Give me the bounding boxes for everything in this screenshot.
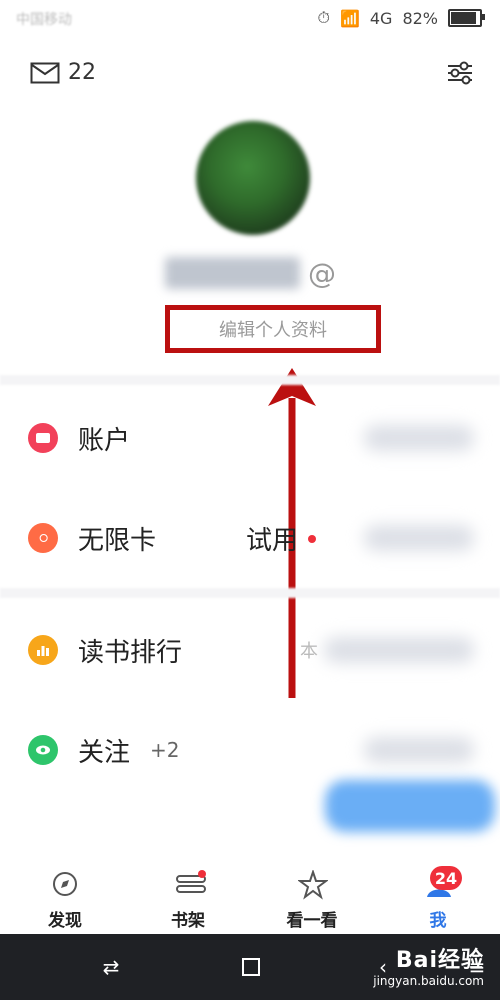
section-divider [0, 375, 500, 385]
follow-extra-count: +2 [150, 738, 180, 762]
me-badge: 24 [430, 866, 462, 890]
tab-discover[interactable]: 发现 [15, 862, 115, 934]
tab-label-bookshelf: 书架 [171, 911, 205, 931]
watermark-url: jingyan.baidu.com [373, 974, 484, 988]
tab-label-me: 我 [429, 911, 447, 931]
bottom-nav: 发现 书架 看一看 我 [0, 862, 500, 934]
menu-item-account[interactable]: 账户 [0, 403, 500, 473]
mail-count: 22 [68, 60, 96, 85]
star-icon [297, 868, 329, 900]
bookshelf-icon [174, 870, 206, 898]
tab-bookshelf[interactable]: 书架 [138, 862, 238, 934]
bar-chart-icon [28, 635, 58, 665]
switch-icon[interactable]: ⇄ [96, 952, 126, 982]
mail-icon [30, 62, 60, 83]
wallet-icon [28, 423, 58, 453]
edit-profile-button[interactable]: 编辑个人资料 [165, 305, 381, 353]
menu-label-ranking: 读书排行 [78, 637, 183, 668]
tab-label-look: 看一看 [286, 911, 338, 931]
top-bar: 22 [0, 48, 500, 98]
avatar[interactable] [196, 121, 310, 235]
eye-icon [28, 735, 58, 765]
username-blurred [165, 257, 300, 289]
compass-icon [51, 870, 79, 898]
ranking-value-blurred [324, 637, 474, 663]
carrier-text: 中国移动 [16, 12, 72, 28]
card-value-blurred [364, 525, 474, 551]
menu-label-unlimited-card: 无限卡 [78, 525, 157, 556]
menu-item-ranking[interactable]: 读书排行 本 [0, 615, 500, 685]
menu-label-follow: 关注 [78, 737, 131, 768]
floating-action-button[interactable] [325, 780, 495, 832]
menu-label-account: 账户 [78, 425, 131, 456]
alarm-icon: ⏱ [317, 8, 330, 27]
tab-look[interactable]: 看一看 [262, 862, 362, 934]
username-suffix: @ [308, 256, 336, 290]
menu-item-unlimited-card[interactable]: ഠ 无限卡 试用 [0, 503, 500, 573]
notification-dot [308, 535, 316, 543]
menu-item-follow[interactable]: 关注 +2 [0, 715, 500, 785]
battery-percent: 82% [402, 8, 438, 28]
sliders-icon[interactable] [446, 60, 474, 86]
status-bar: 中国移动 ⏱ 📶 4G 82% [0, 0, 500, 36]
tab-label-discover: 发现 [48, 911, 82, 931]
bookshelf-dot [198, 870, 206, 878]
follow-value-blurred [364, 737, 474, 763]
watermark: Bai经验 jingyan.baidu.com [373, 942, 484, 988]
card-icon: ഠ [28, 523, 58, 553]
username: @ [165, 253, 345, 293]
battery-icon [448, 9, 485, 27]
network-label: 4G [369, 8, 393, 28]
watermark-brand: Bai经验 [395, 948, 484, 973]
section-divider-2 [0, 588, 500, 598]
menu-label-trial: 试用 [246, 525, 299, 556]
ranking-note: 本 [300, 641, 318, 662]
mail-button[interactable]: 22 [30, 60, 96, 85]
account-value-blurred [364, 425, 474, 451]
wifi-icon: 📶 [339, 8, 360, 28]
home-square-icon[interactable] [236, 952, 266, 982]
